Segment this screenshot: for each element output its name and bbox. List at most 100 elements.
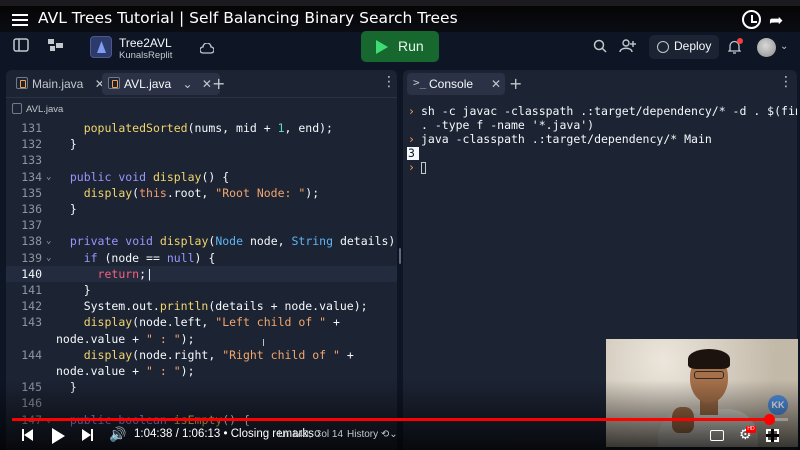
repl-name[interactable]: Tree2AVL bbox=[119, 36, 172, 50]
hd-badge: HD bbox=[746, 426, 756, 433]
code-line[interactable]: 140 return;| bbox=[6, 265, 397, 282]
user-avatar[interactable] bbox=[757, 38, 776, 57]
video-title-bar: AVL Trees Tutorial | Self Balancing Bina… bbox=[0, 6, 800, 32]
close-icon[interactable]: ✕ bbox=[202, 77, 212, 91]
more-options-icon[interactable]: ⋮ bbox=[779, 74, 793, 90]
code-text: node.value + " : "); bbox=[56, 331, 195, 346]
code-line[interactable]: node.value + " : "); bbox=[6, 363, 397, 379]
terminal-icon: >_ bbox=[413, 76, 427, 89]
breadcrumb: AVL.java bbox=[6, 100, 397, 118]
webcam-person-hair bbox=[688, 349, 730, 369]
fold-chevron-icon[interactable]: ⌄ bbox=[46, 169, 51, 185]
fold-chevron-icon[interactable]: ⌄ bbox=[46, 233, 51, 249]
prompt-chevron-icon: › bbox=[408, 104, 415, 118]
run-button[interactable]: Run bbox=[361, 31, 439, 62]
java-file-icon bbox=[108, 77, 120, 89]
line-number: 136 bbox=[21, 202, 42, 216]
sidebar-toggle-icon[interactable] bbox=[13, 38, 29, 56]
code-text: if (node == null) { bbox=[83, 250, 216, 265]
line-number: 138 bbox=[21, 234, 42, 249]
close-icon[interactable]: ✕ bbox=[491, 77, 501, 91]
menu-icon[interactable] bbox=[12, 14, 28, 26]
code-text: } bbox=[56, 283, 91, 297]
watch-later-icon[interactable] bbox=[742, 10, 761, 29]
editor-tab-bar: Main.java ✕ AVL.java ⌄ ✕ + ⋮ bbox=[6, 70, 397, 98]
console-prompt-line[interactable]: › bbox=[407, 160, 793, 174]
code-text: private void display(Node node, String d… bbox=[69, 234, 396, 249]
previous-icon[interactable] bbox=[22, 429, 34, 441]
play-icon bbox=[376, 40, 388, 54]
code-text: } bbox=[56, 380, 77, 395]
chevron-down-icon[interactable]: ⌄ bbox=[780, 41, 788, 52]
code-line[interactable]: 146 bbox=[6, 395, 397, 411]
search-icon[interactable] bbox=[593, 39, 607, 57]
line-number: 139 bbox=[21, 250, 42, 265]
file-icon bbox=[12, 103, 22, 114]
line-number: 137 bbox=[21, 218, 42, 233]
tab-main-java[interactable]: Main.java ✕ bbox=[10, 73, 113, 95]
tab-console[interactable]: >_ Console ✕ bbox=[407, 73, 505, 95]
history-label: History bbox=[347, 429, 379, 440]
code-editor[interactable]: 131 populatedSorted(nums, mid + 1, end);… bbox=[6, 120, 397, 450]
add-tab-icon[interactable]: + bbox=[509, 74, 522, 93]
code-text: display(node.right, "Right child of " + bbox=[83, 347, 354, 362]
captions-icon[interactable] bbox=[710, 430, 724, 441]
code-line[interactable]: 135 display(this.root, "Root Node: "); bbox=[6, 185, 397, 201]
code-line[interactable]: 143 display(node.left, "Left child of " … bbox=[6, 314, 397, 330]
line-number: 142 bbox=[21, 299, 42, 314]
code-line[interactable]: 132 } bbox=[6, 136, 397, 152]
program-output: 3 bbox=[407, 147, 419, 160]
code-line[interactable]: 141 } bbox=[6, 282, 397, 298]
volume-icon[interactable]: 🔊 bbox=[109, 427, 126, 443]
code-line[interactable]: 139 ⌄ if (node == null) { bbox=[6, 250, 397, 266]
next-icon[interactable] bbox=[82, 429, 94, 441]
code-text: } bbox=[56, 137, 77, 152]
breadcrumb-file[interactable]: AVL.java bbox=[26, 104, 63, 115]
code-text: node.value + " : "); bbox=[56, 364, 195, 378]
deploy-icon bbox=[657, 41, 669, 53]
chevron-down-icon[interactable]: ⌄ bbox=[182, 77, 192, 91]
code-text: display(this.root, "Root Node: "); bbox=[83, 185, 320, 200]
tab-label: Main.java bbox=[32, 77, 84, 91]
console-line: . -type f -name '*.java') bbox=[407, 118, 793, 132]
code-line[interactable]: 137 bbox=[6, 217, 397, 233]
history-button[interactable]: History ⟲⌄ bbox=[347, 429, 398, 440]
run-label: Run bbox=[398, 38, 424, 54]
history-icon: ⟲⌄ bbox=[380, 429, 398, 440]
code-line[interactable]: 145 } bbox=[6, 379, 397, 395]
code-line[interactable]: 136 } bbox=[6, 201, 397, 217]
code-line[interactable]: 134 ⌄ public void display() { bbox=[6, 169, 397, 185]
code-text: populatedSorted(nums, mid + 1, end); bbox=[83, 121, 333, 135]
code-line[interactable]: 131 populatedSorted(nums, mid + 1, end); bbox=[6, 120, 397, 136]
progress-bar[interactable] bbox=[12, 418, 788, 421]
fold-chevron-icon[interactable]: ⌄ bbox=[46, 250, 51, 266]
deploy-button[interactable]: Deploy bbox=[649, 35, 719, 59]
channel-logo-icon[interactable]: KK bbox=[768, 395, 788, 415]
code-line[interactable]: 138 ⌄ private void display(Node node, Str… bbox=[6, 233, 397, 249]
repl-logo-icon[interactable] bbox=[90, 36, 112, 58]
cloud-icon[interactable] bbox=[199, 40, 215, 58]
code-line[interactable]: node.value + " : "); bbox=[6, 331, 397, 347]
line-number: 141 bbox=[21, 283, 42, 297]
share-icon[interactable]: ➦ bbox=[769, 11, 783, 31]
play-icon[interactable] bbox=[52, 428, 65, 444]
console-text: sh -c javac -classpath .:target/dependen… bbox=[421, 104, 797, 118]
cursor-position: Ln 140, Col 14 bbox=[278, 429, 344, 440]
line-number: 135 bbox=[21, 185, 42, 200]
code-line[interactable]: 133 bbox=[6, 152, 397, 168]
repl-owner[interactable]: KunalsReplit bbox=[119, 50, 172, 61]
add-tab-icon[interactable]: + bbox=[212, 74, 225, 93]
code-line[interactable]: 142 System.out.println(details + node.va… bbox=[6, 298, 397, 314]
code-line[interactable]: 144 display(node.right, "Right child of … bbox=[6, 347, 397, 363]
tab-avl-java[interactable]: AVL.java ⌄ ✕ bbox=[102, 73, 220, 95]
files-icon[interactable] bbox=[47, 38, 65, 56]
fullscreen-icon[interactable] bbox=[766, 429, 779, 442]
line-number: 132 bbox=[21, 137, 42, 152]
more-options-icon[interactable]: ⋮ bbox=[382, 74, 396, 90]
invite-icon[interactable] bbox=[619, 39, 637, 57]
video-title[interactable]: AVL Trees Tutorial | Self Balancing Bina… bbox=[38, 9, 458, 27]
line-number: 134 bbox=[21, 169, 42, 184]
tab-label: AVL.java bbox=[124, 77, 172, 91]
splitter-handle[interactable] bbox=[399, 248, 401, 264]
console-output[interactable]: › sh -c javac -classpath .:target/depende… bbox=[407, 104, 797, 174]
